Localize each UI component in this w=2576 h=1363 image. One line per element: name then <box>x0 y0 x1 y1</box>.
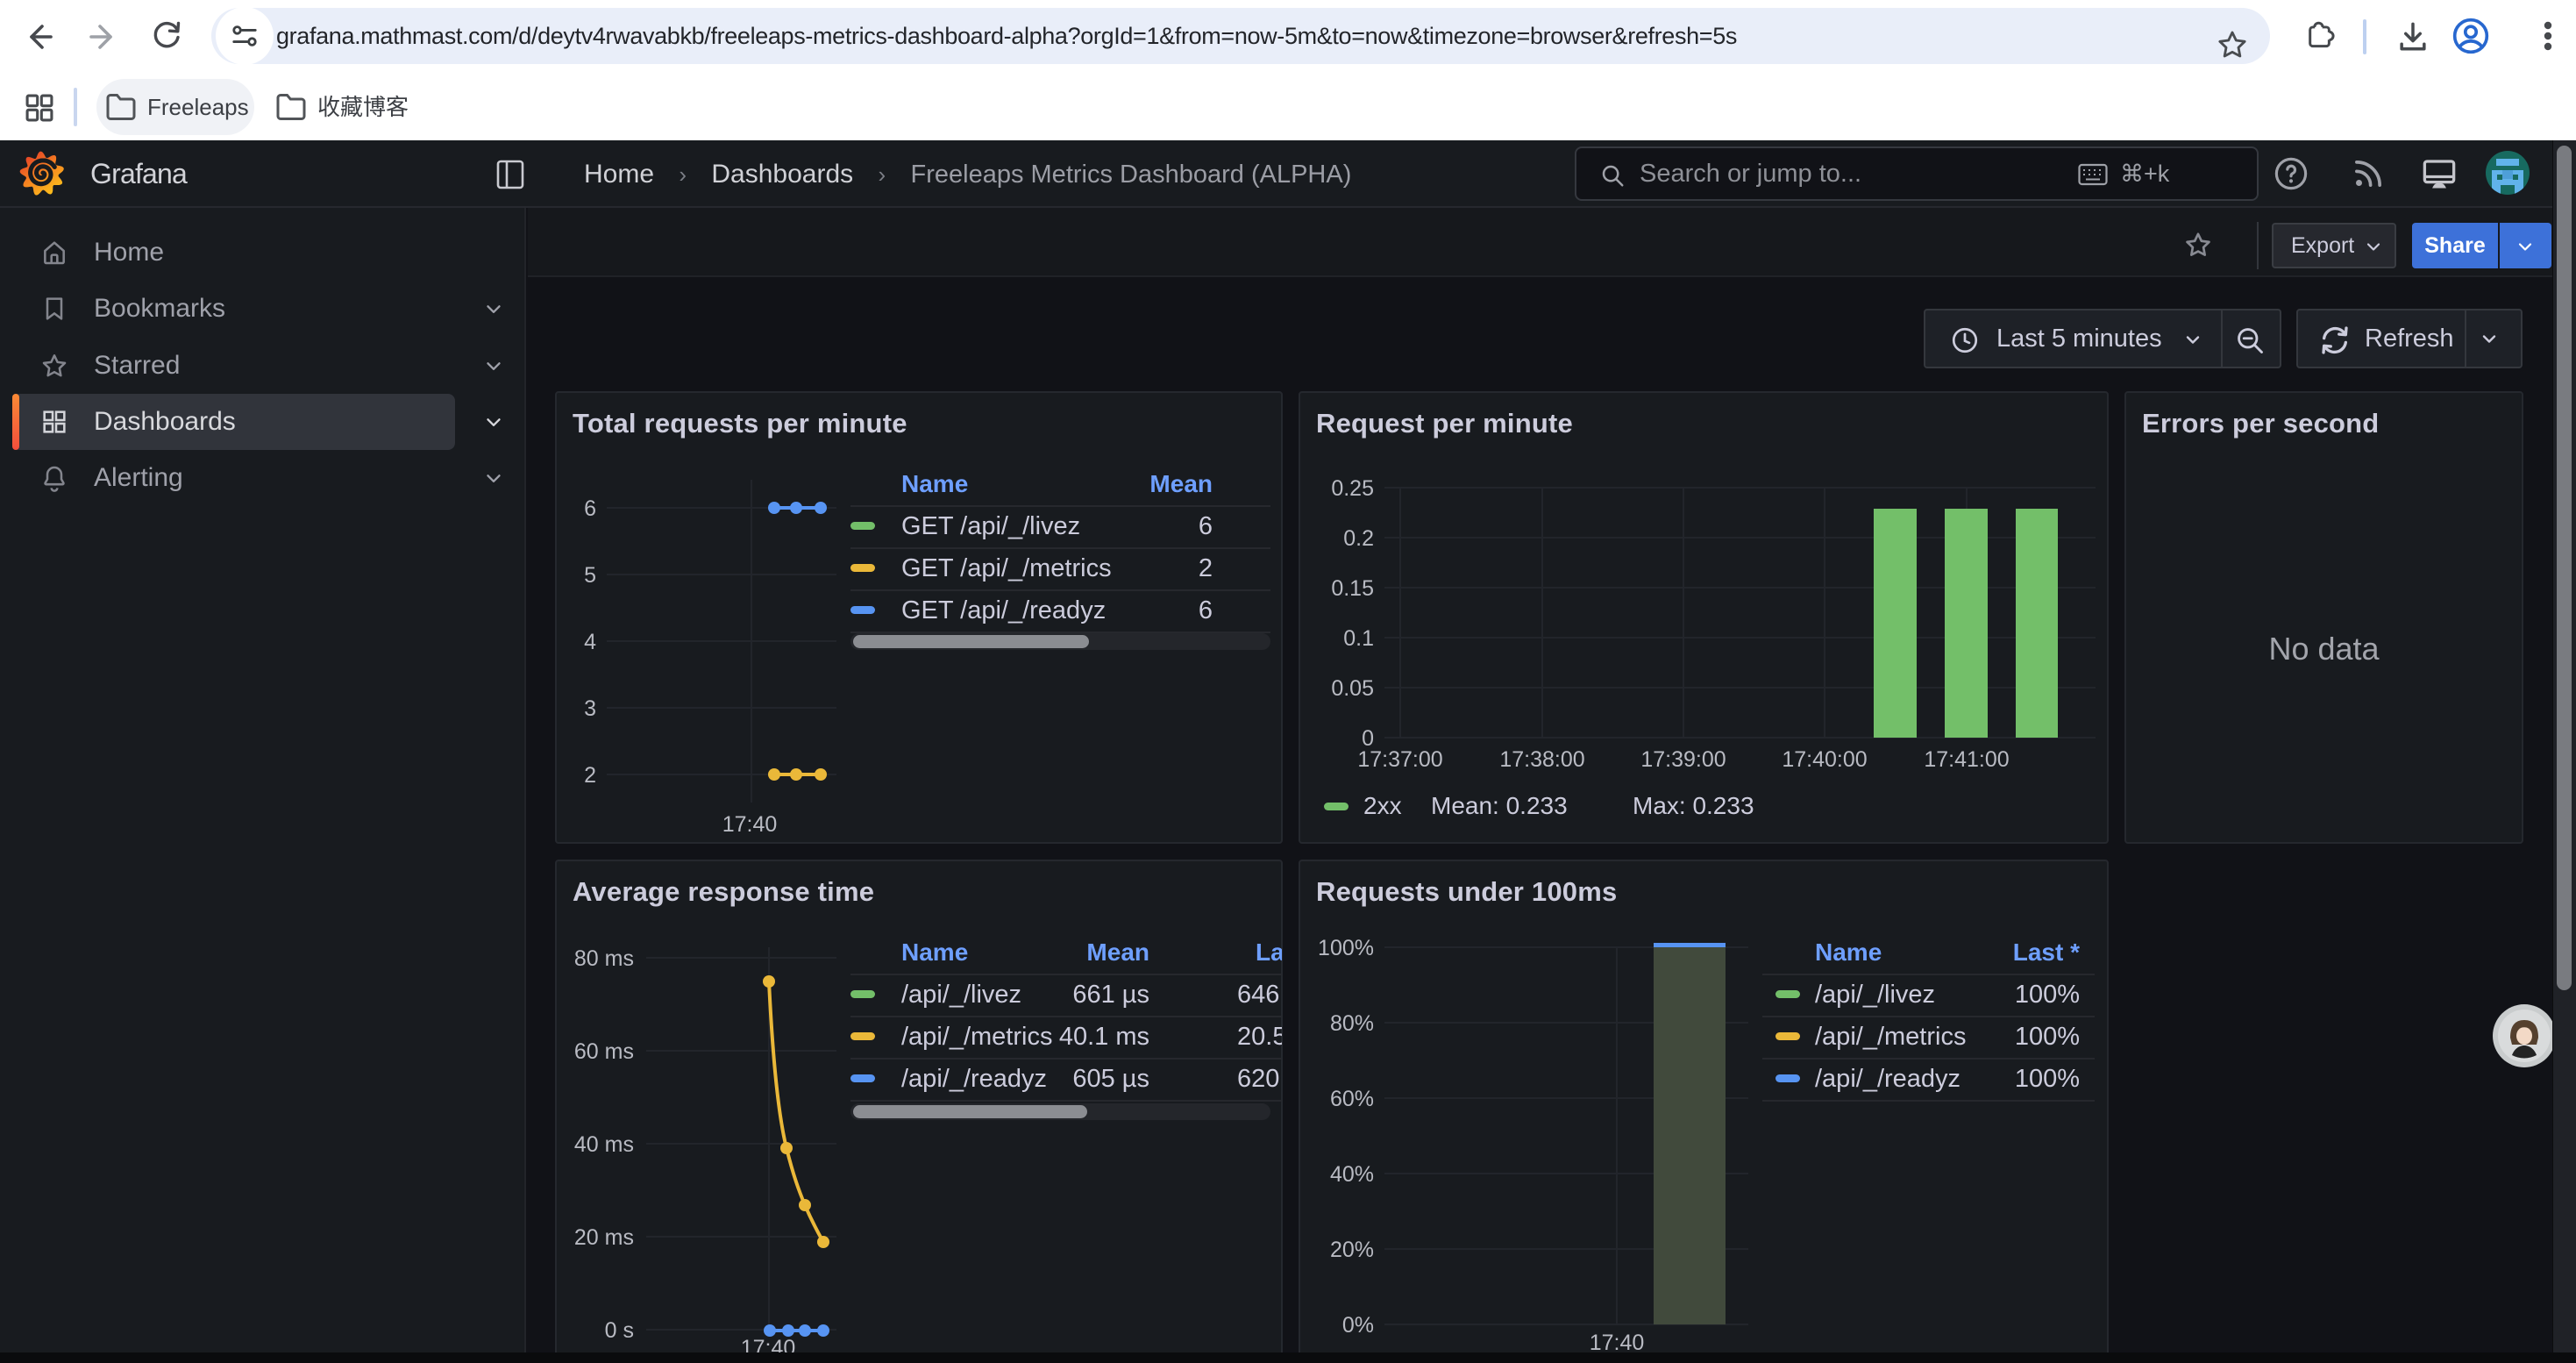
svg-text:20 ms: 20 ms <box>574 1225 634 1250</box>
svg-text:0.25: 0.25 <box>1331 476 1374 501</box>
svg-text:0.05: 0.05 <box>1331 676 1374 701</box>
svg-text:40 ms: 40 ms <box>574 1132 634 1157</box>
svg-text:3: 3 <box>584 696 596 721</box>
svg-text:40%: 40% <box>1330 1162 1374 1187</box>
svg-text:6: 6 <box>584 496 596 521</box>
svg-text:100%: 100% <box>1318 936 1374 960</box>
svg-text:17:37:00: 17:37:00 <box>1357 747 1442 772</box>
svg-text:80 ms: 80 ms <box>574 946 634 971</box>
svg-text:0.1: 0.1 <box>1343 626 1374 651</box>
svg-text:17:41:00: 17:41:00 <box>1924 747 2009 772</box>
svg-text:80%: 80% <box>1330 1011 1374 1036</box>
svg-text:2: 2 <box>584 763 596 788</box>
svg-text:0 s: 0 s <box>605 1318 634 1343</box>
svg-text:17:40:00: 17:40:00 <box>1782 747 1867 772</box>
svg-text:17:38:00: 17:38:00 <box>1499 747 1584 772</box>
svg-text:17:40: 17:40 <box>722 812 778 837</box>
svg-text:60%: 60% <box>1330 1087 1374 1111</box>
svg-text:0.15: 0.15 <box>1331 576 1374 601</box>
svg-text:0.2: 0.2 <box>1343 526 1374 551</box>
svg-text:0%: 0% <box>1342 1313 1374 1338</box>
svg-text:5: 5 <box>584 563 596 588</box>
svg-text:17:40: 17:40 <box>1590 1331 1645 1355</box>
svg-text:60 ms: 60 ms <box>574 1039 634 1064</box>
svg-text:17:39:00: 17:39:00 <box>1640 747 1726 772</box>
svg-text:20%: 20% <box>1330 1238 1374 1262</box>
svg-text:4: 4 <box>584 630 596 654</box>
